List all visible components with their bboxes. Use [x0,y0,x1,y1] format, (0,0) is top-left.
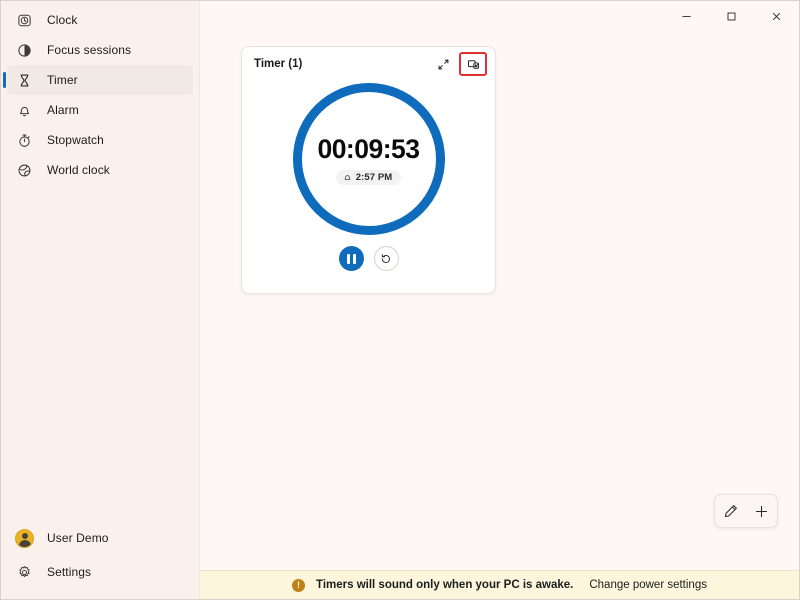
compact-overlay-icon[interactable] [459,52,487,76]
reset-icon [380,253,392,265]
timer-end-time-label: 2:57 PM [355,171,393,183]
pause-icon [346,253,356,264]
stopwatch-icon [15,131,33,149]
timer-end-time-chip: 2:57 PM [335,169,402,185]
sidebar-item-label: Focus sessions [47,43,132,57]
sidebar-user-label: User Demo [47,531,109,545]
sidebar-item-stopwatch[interactable]: Stopwatch [7,125,193,155]
sidebar-item-label: Alarm [47,103,79,117]
status-bar: ! Timers will sound only when your PC is… [200,570,799,599]
timer-progress-ring: 00:09:53 2:57 PM [292,83,445,235]
change-power-settings-link[interactable]: Change power settings [589,579,707,591]
avatar [15,528,34,548]
alarm-bell-icon [343,173,352,182]
globe-icon [15,161,33,179]
timer-ring-content: 00:09:53 2:57 PM [293,83,445,235]
main-area: Timer (1) 00:09:53 2:57 PM ! Timers will… [200,1,799,599]
sidebar-settings-label: Settings [47,565,92,579]
sidebar-item-timer[interactable]: Timer [3,65,193,95]
reset-button[interactable] [373,246,399,271]
clock-app-window: Clock Focus sessions Timer Alarm Stopwat… [0,0,800,600]
close-button[interactable] [754,1,799,32]
maximize-button[interactable] [709,1,754,32]
warning-icon: ! [292,578,305,592]
sidebar-nav-top: Clock Focus sessions Timer Alarm Stopwat… [1,1,199,185]
content-area: Timer (1) 00:09:53 2:57 PM [200,32,799,570]
timer-action-pill [714,494,778,528]
hourglass-icon [15,71,33,89]
status-message: Timers will sound only when your PC is a… [316,579,574,591]
sidebar-item-world-clock[interactable]: World clock [7,155,193,185]
timer-card[interactable]: Timer (1) 00:09:53 2:57 PM [241,46,496,294]
sidebar-app-title-label: Clock [47,13,78,27]
pause-button[interactable] [338,246,364,271]
focus-sessions-icon [15,41,33,59]
clock-icon [15,11,33,29]
expand-icon[interactable] [429,52,457,76]
minimize-button[interactable] [664,1,709,32]
bell-icon [15,101,33,119]
sidebar-item-alarm[interactable]: Alarm [7,95,193,125]
sidebar-nav-bottom: User Demo Settings [1,521,199,599]
title-bar [200,1,799,32]
gear-icon [15,563,33,581]
sidebar: Clock Focus sessions Timer Alarm Stopwat… [1,1,200,599]
sidebar-item-settings[interactable]: Settings [7,555,193,589]
sidebar-item-focus-sessions[interactable]: Focus sessions [7,35,193,65]
timer-remaining-time: 00:09:53 [317,133,420,164]
add-timer-button[interactable] [749,498,775,524]
sidebar-item-label: Timer [47,73,78,87]
sidebar-app-title: Clock [7,5,193,35]
timer-card-actions [429,52,487,76]
sidebar-item-user-demo[interactable]: User Demo [7,521,193,555]
sidebar-item-label: Stopwatch [47,133,104,147]
timer-card-header: Timer (1) [242,47,495,81]
timer-card-title: Timer (1) [254,58,303,70]
sidebar-item-label: World clock [47,163,110,177]
edit-timers-button[interactable] [718,498,744,524]
timer-controls [242,246,495,271]
